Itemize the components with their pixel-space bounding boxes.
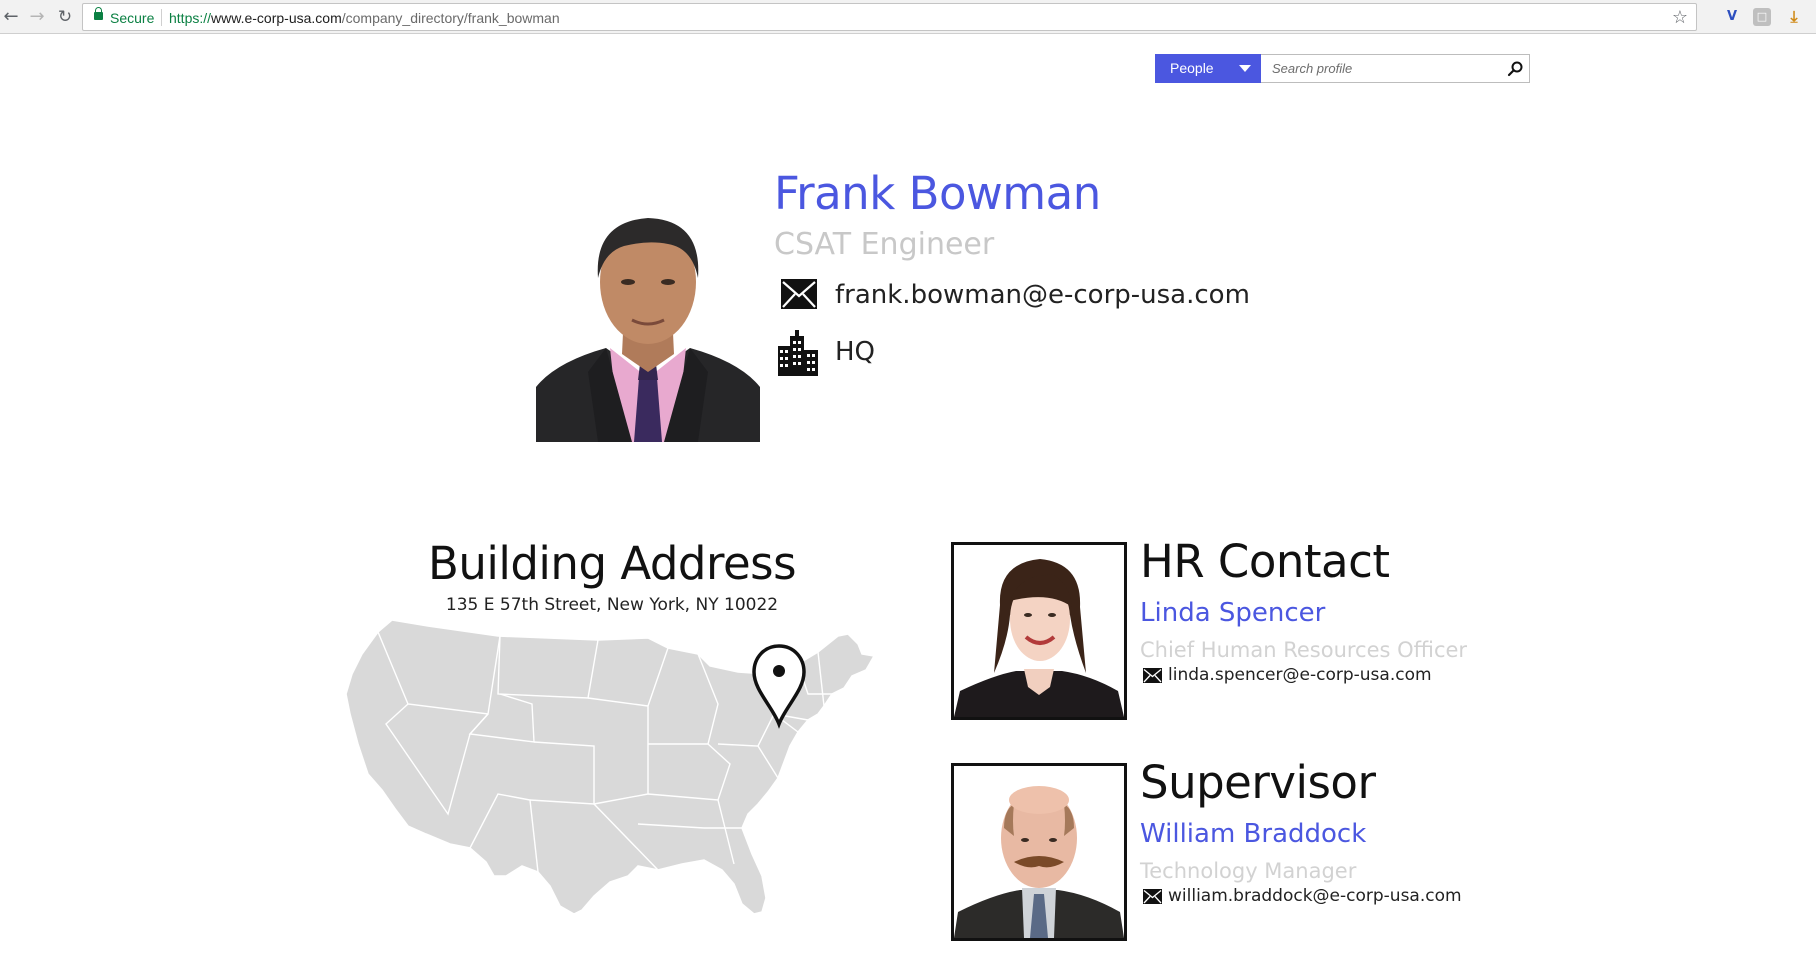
url-text[interactable]: https://www.e-corp-usa.com/company_direc… (169, 10, 560, 26)
hr-contact-name-link[interactable]: Linda Spencer (1140, 598, 1325, 628)
envelope-icon (1143, 889, 1162, 904)
browser-toolbar: ← → ↻ Secure https://www.e-corp-usa.com/… (0, 0, 1816, 34)
supervisor-name-link[interactable]: William Braddock (1140, 819, 1366, 849)
scope-label: People (1170, 60, 1214, 76)
profile-email-link[interactable]: frank.bowman@e-corp-usa.com (835, 280, 1250, 310)
supervisor-heading: Supervisor (1140, 756, 1376, 809)
download-icon[interactable]: ⤓ (1785, 8, 1803, 26)
url-scheme: https:// (169, 10, 212, 26)
supervisor-photo (951, 763, 1127, 941)
profile-name: Frank Bowman (774, 167, 1101, 220)
hr-contact-heading: HR Contact (1140, 535, 1390, 588)
url-host: www.e-corp-usa.com (211, 10, 342, 26)
url-divider (161, 9, 162, 26)
hr-contact-title: Chief Human Resources Officer (1140, 638, 1468, 662)
supervisor-email-link[interactable]: william.braddock@e-corp-usa.com (1168, 886, 1462, 906)
bookmark-star-icon[interactable]: ☆ (1672, 7, 1688, 28)
supervisor-title: Technology Manager (1140, 859, 1357, 883)
extension-icon[interactable]: □ (1753, 8, 1771, 26)
hr-contact-photo (951, 542, 1127, 720)
profile-title: CSAT Engineer (774, 227, 995, 262)
envelope-icon (781, 279, 817, 309)
building-icon (778, 330, 818, 376)
search-icon[interactable] (1505, 59, 1525, 79)
building-address-heading: Building Address (427, 537, 797, 590)
reload-icon[interactable]: ↻ (54, 6, 76, 28)
secure-label: Secure (110, 10, 155, 26)
lock-icon (94, 7, 103, 20)
people-scope-dropdown[interactable]: People (1155, 54, 1261, 83)
office-location: HQ (835, 337, 876, 367)
envelope-icon (1143, 668, 1162, 683)
extension-v-icon[interactable]: V (1723, 8, 1741, 26)
back-icon[interactable]: ← (0, 6, 22, 28)
search-input[interactable] (1262, 55, 1497, 82)
us-map (345, 619, 876, 915)
forward-icon[interactable]: → (26, 6, 48, 28)
profile-photo (536, 182, 760, 442)
address-bar[interactable]: Secure https://www.e-corp-usa.com/compan… (82, 3, 1697, 31)
dropdown-caret-icon (1239, 65, 1251, 72)
hr-contact-email-link[interactable]: linda.spencer@e-corp-usa.com (1168, 665, 1432, 685)
building-address-text: 135 E 57th Street, New York, NY 10022 (445, 595, 779, 615)
url-path: /company_directory/frank_bowman (341, 10, 560, 26)
profile-search: People (1155, 54, 1530, 83)
